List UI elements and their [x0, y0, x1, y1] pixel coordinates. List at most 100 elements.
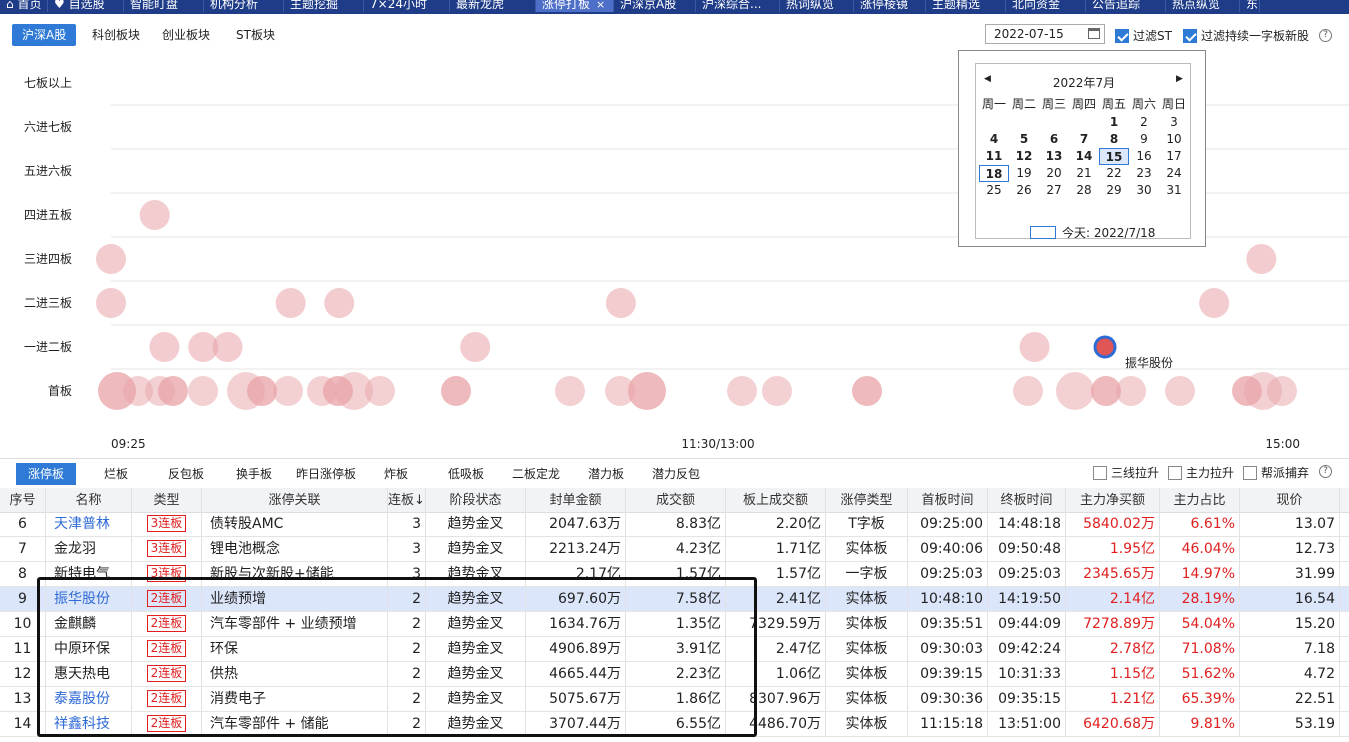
checkbox-icon[interactable]: [1093, 465, 1107, 480]
column-header[interactable]: 成交额: [626, 488, 726, 513]
column-header[interactable]: 主力净买额: [1066, 488, 1160, 513]
calendar-day[interactable]: 16: [1129, 148, 1159, 165]
column-header[interactable]: 名称: [46, 488, 132, 513]
calendar-day[interactable]: 4: [979, 131, 1009, 148]
calendar-day[interactable]: 10: [1159, 131, 1189, 148]
date-picker-input[interactable]: 2022-07-15: [985, 24, 1105, 44]
bubble-point[interactable]: [1013, 376, 1043, 406]
nav-tab-13[interactable]: 北向资金: [1006, 0, 1086, 12]
bubble-point[interactable]: [149, 332, 180, 362]
board-filter-a[interactable]: 三线拉升: [1093, 464, 1159, 481]
table-row[interactable]: 9 振华股份 2连板 业绩预增 2 趋势金叉 697.60万 7.58亿 2.41亿 实体板 10:…: [0, 587, 1349, 612]
nav-tab-9[interactable]: 沪深综合...: [696, 0, 780, 12]
board-tab-6[interactable]: 低吸板: [444, 463, 488, 485]
calendar-day[interactable]: 12: [1009, 148, 1039, 165]
bubble-point[interactable]: [852, 376, 882, 406]
nav-tab-7[interactable]: 涨停打板 ×: [536, 0, 614, 12]
bubble-point[interactable]: [247, 376, 277, 406]
bubble-point[interactable]: [188, 376, 218, 406]
calendar-day[interactable]: 15: [1099, 148, 1129, 165]
bubble-point[interactable]: [1246, 244, 1277, 274]
bubble-point[interactable]: [605, 288, 636, 318]
nav-tab-1[interactable]: ♥ 自选股: [48, 0, 124, 12]
calendar-day[interactable]: 9: [1129, 131, 1159, 148]
calendar-day[interactable]: 11: [979, 148, 1009, 165]
calendar-day[interactable]: 2: [1129, 114, 1159, 131]
checkbox-icon[interactable]: [1243, 465, 1257, 480]
nav-tab-15[interactable]: 热点纵览: [1166, 0, 1240, 12]
column-header[interactable]: 首板时间: [908, 488, 988, 513]
board-tab-4[interactable]: 昨日涨停板: [292, 463, 360, 485]
calendar-day[interactable]: 27: [1039, 182, 1069, 199]
subtab-kechuang[interactable]: 科创板块: [82, 24, 150, 46]
calendar-day[interactable]: 3: [1159, 114, 1189, 131]
bubble-point[interactable]: [460, 332, 491, 362]
subtab-st[interactable]: ST板块: [226, 24, 285, 46]
column-header[interactable]: 涨停类型: [826, 488, 908, 513]
nav-tab-2[interactable]: 智能盯盘: [124, 0, 204, 12]
board-tab-1[interactable]: 烂板: [100, 463, 132, 485]
nav-tab-5[interactable]: 7×24小时: [364, 0, 450, 12]
bubble-point[interactable]: [441, 376, 471, 406]
table-row[interactable]: 13 泰嘉股份 2连板 消费电子 2 趋势金叉 5075.67万 1.86亿 8307.96万实…: [0, 687, 1349, 712]
nav-tab-12[interactable]: 主题精选: [926, 0, 1006, 12]
table-row[interactable]: 6 天津普林 3连板 债转股AMC 3 趋势金叉 2047.63万 8.83亿 2.20亿 T字板…: [0, 512, 1349, 537]
calendar-day[interactable]: 23: [1129, 165, 1159, 182]
calendar-today-button[interactable]: 今天: 2022/7/18: [1030, 224, 1155, 241]
column-header[interactable]: 连板↓: [388, 488, 426, 513]
bubble-point[interactable]: [275, 288, 306, 318]
column-header[interactable]: 终板时间: [988, 488, 1066, 513]
bubble-point[interactable]: [324, 288, 355, 318]
bubble-point[interactable]: [1019, 332, 1050, 362]
subtab-hs-a[interactable]: 沪深A股: [12, 24, 77, 46]
help-icon[interactable]: ?: [1319, 465, 1332, 478]
calendar-day[interactable]: 30: [1129, 182, 1159, 199]
calendar-day[interactable]: 18: [979, 165, 1009, 182]
board-tab-7[interactable]: 二板定龙: [508, 463, 564, 485]
bubble-point[interactable]: [1116, 376, 1146, 406]
bubble-point[interactable]: [139, 200, 170, 230]
column-header[interactable]: 封单金额: [526, 488, 626, 513]
nav-tab-16[interactable]: 东: [1240, 0, 1260, 12]
calendar-day[interactable]: 25: [979, 182, 1009, 199]
checkbox-icon[interactable]: [1168, 465, 1182, 480]
calendar-day[interactable]: 5: [1009, 131, 1039, 148]
help-icon[interactable]: ?: [1319, 29, 1332, 42]
table-row[interactable]: 7 金龙羽 3连板 锂电池概念 3 趋势金叉 2213.24万 4.23亿 1.71亿 实体板 09…: [0, 537, 1349, 562]
bubble-point[interactable]: [762, 376, 792, 406]
nav-tab-6[interactable]: 最新龙虎: [450, 0, 536, 12]
calendar-day[interactable]: 14: [1069, 148, 1099, 165]
calendar-day[interactable]: 8: [1099, 131, 1129, 148]
bubble-point[interactable]: [1267, 376, 1297, 406]
board-tab-0[interactable]: 涨停板: [16, 463, 77, 485]
bubble-point[interactable]: [1056, 372, 1094, 410]
table-row[interactable]: 11 中原环保 2连板 环保 2 趋势金叉 4906.89万 3.91亿 2.47亿 实体板 09:…: [0, 637, 1349, 662]
column-header[interactable]: 现价: [1240, 488, 1340, 513]
board-filter-c[interactable]: 帮派捕弃: [1243, 464, 1309, 481]
table-cell[interactable]: 泰嘉股份: [46, 687, 132, 712]
board-tab-2[interactable]: 反包板: [164, 463, 208, 485]
calendar-day[interactable]: 31: [1159, 182, 1189, 199]
next-month-icon[interactable]: ▶: [1176, 74, 1183, 84]
filter-st-checkbox[interactable]: 过滤ST: [1115, 27, 1172, 44]
checkbox-checked-icon[interactable]: [1115, 28, 1129, 43]
board-tab-8[interactable]: 潜力板: [584, 463, 628, 485]
nav-tab-10[interactable]: 热词纵览: [780, 0, 854, 12]
bubble-point[interactable]: [212, 332, 243, 362]
table-row[interactable]: 10 金麒麟 2连板 汽车零部件 + 业绩预增 2 趋势金叉 1634.76万 1.35亿 73…: [0, 612, 1349, 637]
calendar-day[interactable]: 1: [1099, 114, 1129, 131]
board-tab-5[interactable]: 炸板: [380, 463, 412, 485]
table-cell[interactable]: 振华股份: [46, 587, 132, 612]
nav-tab-14[interactable]: 公告追踪: [1086, 0, 1166, 12]
column-header[interactable]: 主力占比: [1160, 488, 1240, 513]
bubble-point[interactable]: [96, 244, 126, 274]
calendar-day[interactable]: 17: [1159, 148, 1189, 165]
board-tab-9[interactable]: 潜力反包: [648, 463, 704, 485]
checkbox-checked-icon[interactable]: [1183, 28, 1197, 43]
column-header[interactable]: 板上成交额: [726, 488, 826, 513]
bubble-point[interactable]: [273, 376, 303, 406]
close-icon[interactable]: ×: [596, 0, 605, 11]
column-header[interactable]: 涨停关联: [202, 488, 388, 513]
bubble-point[interactable]: [365, 376, 395, 406]
calendar-day[interactable]: 22: [1099, 165, 1129, 182]
